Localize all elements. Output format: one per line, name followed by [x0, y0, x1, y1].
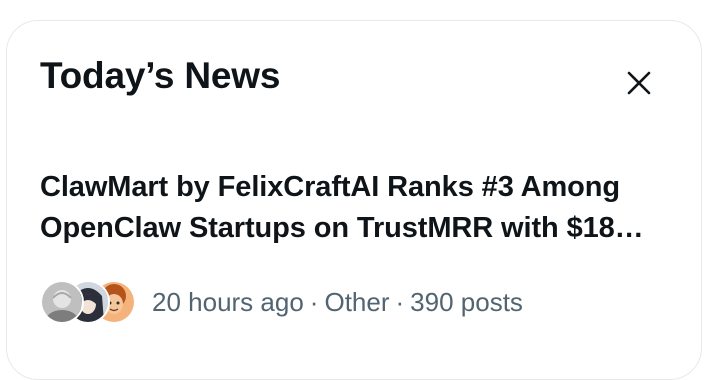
news-time: 20 hours ago	[152, 286, 304, 317]
avatar	[40, 280, 84, 324]
close-icon	[627, 71, 651, 95]
news-post-count: 390 posts	[410, 286, 523, 317]
meta-separator: ·	[395, 286, 405, 317]
avatar-stack	[40, 280, 136, 324]
todays-news-panel: Today’s News ClawMart by FelixCraftAI Ra…	[6, 20, 702, 380]
news-category: Other	[324, 286, 390, 317]
news-item[interactable]: ClawMart by FelixCraftAI Ranks #3 Among …	[40, 167, 680, 324]
news-meta-text: 20 hours ago · Other · 390 posts	[152, 287, 523, 318]
meta-separator: ·	[309, 286, 319, 317]
news-headline[interactable]: ClawMart by FelixCraftAI Ranks #3 Among …	[40, 167, 680, 249]
close-button[interactable]	[613, 57, 665, 109]
news-meta: 20 hours ago · Other · 390 posts	[40, 280, 523, 324]
panel-title: Today’s News	[40, 55, 281, 96]
